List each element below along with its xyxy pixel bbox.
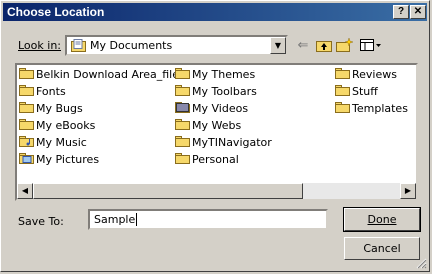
folder-icon [175,85,190,96]
file-item[interactable]: Belkin Download Area_files [19,67,185,83]
up-one-level-icon[interactable] [314,36,334,55]
file-item[interactable]: Personal [175,152,239,168]
look-in-label: Look in: [18,39,61,52]
cancel-label: Cancel [363,242,401,255]
file-item[interactable]: My Videos [175,101,248,117]
view-menu-icon[interactable] [359,36,383,55]
folder-icon [19,102,34,113]
file-item-label: Stuff [352,85,378,98]
save-to-input[interactable]: Sample [88,209,328,230]
file-item-label: My Bugs [36,102,83,115]
file-item[interactable]: Templates [335,101,408,117]
horizontal-scrollbar[interactable]: ◀ ▶ [17,183,416,199]
save-to-label: Save To: [18,215,64,228]
file-item[interactable]: My Themes [175,67,255,83]
new-folder-glyph [336,37,354,52]
file-item-label: My Music [36,136,87,149]
file-item[interactable]: Reviews [335,67,397,83]
file-item-label: My Webs [192,119,242,132]
done-button[interactable]: Done [343,207,421,232]
folder-icon [175,68,190,79]
file-item[interactable]: My Toolbars [175,84,257,100]
folder-icon [335,85,350,96]
file-item-label: My Pictures [36,153,100,166]
file-item-label: My Videos [192,102,249,115]
folder-icon [175,153,190,164]
choose-location-dialog: Choose Location ? ✕ Look in: My Document… [0,0,430,272]
file-list[interactable]: Belkin Download Area_files Fonts My Bugs My… [15,63,418,201]
file-item-label: MyTINavigator [192,136,272,149]
file-item-label: Templates [352,102,408,115]
file-item[interactable]: Fonts [19,84,66,100]
file-item[interactable]: MyTINavigator [175,135,272,151]
resize-grip-icon[interactable] [415,257,427,269]
file-item-label: Reviews [352,68,397,81]
documents-folder-icon [71,39,86,52]
video-folder-icon [175,102,190,113]
file-item[interactable]: My eBooks [19,118,95,134]
folder-icon [335,102,350,113]
scroll-thumb[interactable] [33,183,303,199]
chevron-down-icon[interactable]: ▼ [270,37,286,54]
folder-icon [175,119,190,130]
folder-icon [19,119,34,130]
help-button[interactable]: ? [393,5,409,19]
folder-icon [19,68,34,79]
file-item-label: Personal [192,153,239,166]
music-folder-icon [19,136,34,147]
close-button[interactable]: ✕ [410,5,426,19]
file-item[interactable]: Stuff [335,84,378,100]
folder-icon [19,85,34,96]
title-bar: Choose Location ? ✕ [3,3,427,21]
file-item-label: Belkin Download Area_files [36,68,185,81]
scroll-right-icon[interactable]: ▶ [400,183,416,199]
file-item[interactable]: My Webs [175,118,241,134]
cancel-button[interactable]: Cancel [344,237,420,260]
save-to-value: Sample [94,213,136,226]
view-glyph [360,39,381,51]
look-in-label-text: Look in: [18,39,61,52]
folder-icon [335,68,350,79]
file-item[interactable]: My Music [19,135,87,151]
file-item[interactable]: My Pictures [19,152,99,168]
file-item-label: My eBooks [36,119,96,132]
file-item-label: My Toolbars [192,85,257,98]
file-item-label: My Themes [192,68,256,81]
look-in-combo[interactable]: My Documents ▼ [65,35,288,56]
dialog-title: Choose Location [7,5,105,19]
file-item[interactable]: My Bugs [19,101,83,117]
new-folder-icon[interactable] [335,36,355,55]
pictures-folder-icon [19,153,34,164]
folder-up-icon [316,41,332,52]
text-caret [136,213,138,226]
look-in-value: My Documents [90,39,173,52]
back-arrow-icon[interactable]: ⇐ [293,36,313,55]
folder-icon [175,136,190,147]
file-item-label: Fonts [36,85,66,98]
scroll-left-icon[interactable]: ◀ [17,183,33,199]
done-label: Done [367,213,397,226]
